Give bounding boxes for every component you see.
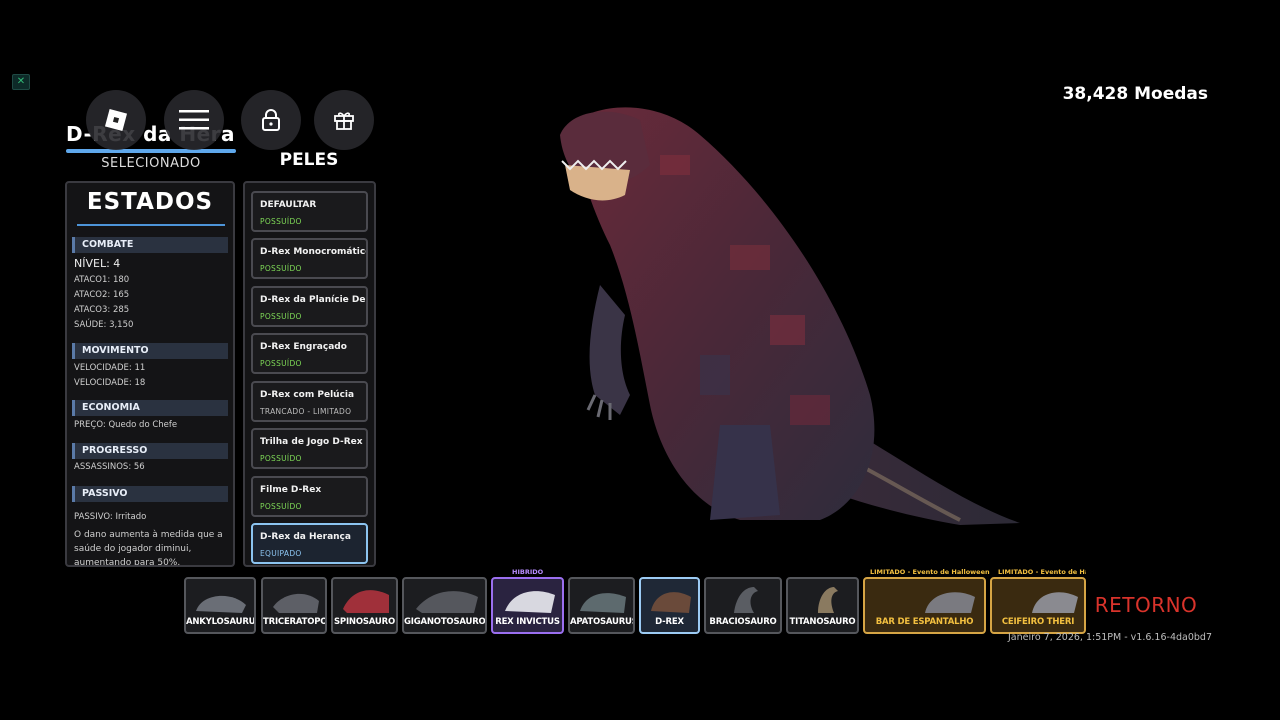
hamburger-menu-button[interactable] [164,90,224,150]
skin-name: DEFAULTAR [260,200,317,210]
passive-header: PASSIVO [72,486,228,502]
dino-thumbnail-icon [651,592,691,613]
skin-name: D-Rex com Pelúcia [260,390,355,400]
dino-thumbnail-icon [580,593,626,613]
lock-icon [262,109,280,131]
dino-card-label: REX INVICTUS [495,617,560,627]
skin-name: Filme D-Rex [260,485,322,495]
dino-thumbnail-icon [416,591,478,613]
roblox-logo-icon [104,108,128,132]
dino-card-ankylosaurus[interactable]: ANKYLOSAURUS [184,577,256,634]
stats-title-divider [77,224,225,226]
dino-thumbnail-icon [734,587,758,613]
dino-card-brachiosaurus[interactable]: BRACIOSAURO [704,577,782,634]
roblox-menu-button[interactable] [86,90,146,150]
dino-card-label: ANKYLOSAURUS [186,617,256,627]
skin-status: POSSUÍDO [260,359,302,368]
price-stat: PREÇO: Quedo do Chefe [74,420,178,430]
speed1-stat: VELOCIDADE: 11 [74,363,146,373]
skin-status: POSSUÍDO [260,502,302,511]
dino-card-triceratops[interactable]: TRICERATOPO [261,577,327,634]
dino-card-spinosaurus[interactable]: SPINOSAURO [331,577,398,634]
hybrid-tag: HIBRIDO [512,568,544,576]
attack1-stat: ATACO1: 180 [74,275,130,285]
skin-name: D-Rex Monocromático [260,247,368,257]
skin-card[interactable]: D-Rex da Planície Desolada POSSUÍDO [251,286,368,327]
attack3-stat: ATACO3: 285 [74,305,130,315]
dino-card-label: D-REX [655,617,684,627]
skin-name: D-Rex Engraçado [260,342,347,352]
dino-card-giganotosaurus[interactable]: GIGANOTOSAURO [402,577,487,634]
dino-card-scarecrow-bar[interactable]: BAR DE ESPANTALHO [863,577,986,634]
skin-name: D-Rex da Herança [260,532,351,542]
return-button[interactable]: RETORNO [1090,593,1202,617]
skins-panel: DEFAULTAR POSSUÍDO D-Rex Monocromático P… [243,181,376,567]
stats-panel: ESTADOS COMBATE NÍVEL: 4 ATACO1: 180 ATA… [65,181,235,567]
skin-card[interactable]: D-Rex Monocromático POSSUÍDO [251,238,368,279]
dino-thumbnail-icon [1032,592,1078,613]
skin-card[interactable]: Filme D-Rex POSSUÍDO [251,476,368,517]
hamburger-icon [179,110,209,130]
dino-card-rex-invictus[interactable]: REX INVICTUS [491,577,564,634]
skin-status: POSSUÍDO [260,312,302,321]
progress-header: PROGRESSO [72,443,228,459]
skin-card-equipped[interactable]: D-Rex da Herança EQUIPADO [251,523,368,564]
gift-icon [334,112,354,130]
dino-card-label: GIGANOTOSAURO [404,617,486,627]
kills-stat: ASSASSINOS: 56 [74,462,145,472]
dino-thumbnail-icon [343,590,389,613]
limited-tag: LIMITADO - Evento de Halloween [998,568,1086,576]
dino-thumbnail-icon [196,595,246,613]
dino-thumbnail-icon [505,591,555,613]
skin-status: TRANCADO - LIMITADO [260,407,352,416]
dino-thumbnail-icon [925,592,975,613]
dino-card-apatosaurus[interactable]: APATOSAURUS [568,577,635,634]
skin-card[interactable]: D-Rex com Pelúcia TRANCADO - LIMITADO [251,381,368,422]
coins-counter: 38,428 Moedas [1062,84,1208,104]
gift-button[interactable] [314,90,374,150]
dino-card-label: CEIFEIRO THERI [1001,617,1075,627]
dino-card-label: TRICERATOPO [263,617,327,627]
speed2-stat: VELOCIDADE: 18 [74,378,146,388]
dino-card-reaper-theri[interactable]: CEIFEIRO THERI [990,577,1086,634]
level-stat: NÍVEL: 4 [74,257,121,270]
skin-card[interactable]: DEFAULTAR POSSUÍDO [251,191,368,232]
dino-card-label: APATOSAURUS [570,617,635,627]
dinosaur-model-image [560,107,1020,525]
movement-header: MOVIMENTO [72,343,228,359]
limited-tag: LIMITADO - Evento de Halloween [870,568,990,576]
skin-name: D-Rex da Planície Desolada [260,295,366,305]
skins-title: PELES [279,150,339,170]
skin-status: EQUIPADO [260,549,302,558]
dino-card-d-rex[interactable]: D-REX [639,577,700,634]
economy-header: ECONOMIA [72,400,228,416]
passive-name: PASSIVO: Irritado [74,512,147,522]
dino-card-label: BAR DE ESPANTALHO [875,617,974,627]
combat-header: COMBATE [72,237,228,253]
skin-status: POSSUÍDO [260,454,302,463]
skin-status: POSSUÍDO [260,264,302,273]
skin-status: POSSUÍDO [260,217,302,226]
selected-label: SELECIONADO [101,156,201,171]
passive-description: O dano aumenta à medida que a saúde do j… [74,530,223,567]
attack2-stat: ATACO2: 165 [74,290,130,300]
skin-card[interactable]: D-Rex Engraçado POSSUÍDO [251,333,368,374]
dino-card-titanosaurus[interactable]: TITANOSAURO [786,577,859,634]
dino-thumbnail-icon [273,593,319,613]
name-underline [66,149,236,153]
stats-title: ESTADOS [86,189,214,215]
health-stat: SAÚDE: 3,150 [74,320,134,330]
dino-card-label: TITANOSAURO [789,617,856,627]
dino-thumbnail-icon [818,587,838,613]
dino-card-label: BRACIOSAURO [709,617,777,627]
skin-card[interactable]: Trilha de Jogo D-Rex POSSUÍDO [251,428,368,469]
close-overlay-icon[interactable]: ✕ [12,74,30,90]
lock-button[interactable] [241,90,301,150]
dino-card-label: SPINOSAURO [334,617,395,627]
skin-name: Trilha de Jogo D-Rex [260,437,363,447]
version-footer: Janeiro 7, 2026, 1:51PM - v1.6.16-4da0bd… [1008,632,1212,643]
